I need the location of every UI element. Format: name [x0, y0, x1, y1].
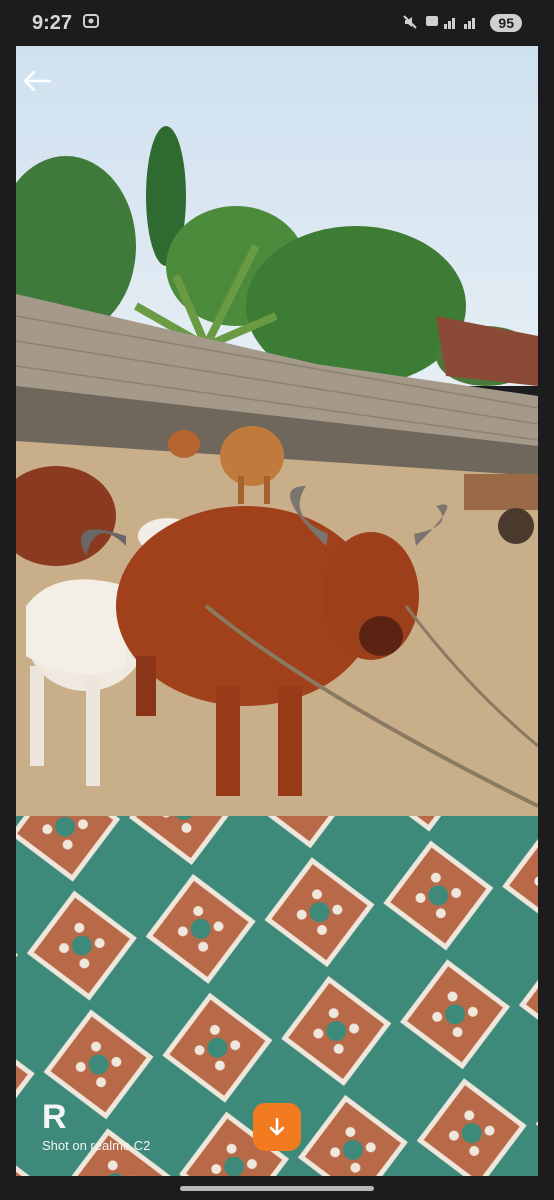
status-bar: 9:27 95 — [0, 0, 554, 46]
camera-watermark: R Shot on realme C2 — [42, 1100, 192, 1153]
cattle-photo — [16, 46, 538, 1176]
battery-indicator: 95 — [490, 14, 522, 32]
download-button[interactable] — [253, 1103, 301, 1151]
signal-icon — [426, 14, 482, 33]
arrow-left-icon — [23, 70, 52, 92]
watermark-text: Shot on realme C2 — [42, 1138, 151, 1153]
arrow-down-icon — [269, 1117, 285, 1136]
mute-icon — [402, 14, 418, 33]
home-indicator[interactable] — [180, 1186, 374, 1191]
photo-view[interactable] — [16, 46, 538, 1176]
screen-record-icon — [82, 12, 100, 35]
watermark-logo: R — [42, 1098, 67, 1136]
status-time: 9:27 — [32, 11, 73, 34]
back-button[interactable] — [20, 66, 54, 96]
